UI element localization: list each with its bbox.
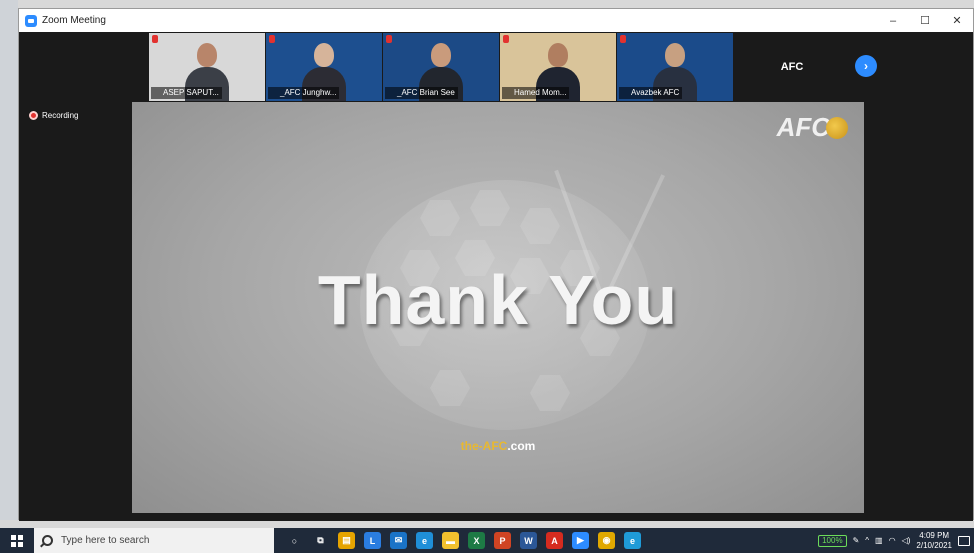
slide-url: the-AFC.com — [132, 439, 864, 453]
chevron-right-icon: › — [864, 59, 868, 73]
windows-icon — [11, 534, 23, 547]
cortana-icon[interactable]: ○ — [286, 532, 303, 549]
zoom-icon[interactable]: ▶ — [572, 532, 589, 549]
notifications-icon[interactable] — [958, 535, 970, 546]
pen-icon[interactable]: ✎ — [853, 536, 860, 545]
recording-label: Recording — [42, 111, 79, 120]
system-tray: 100% ✎ ^ ▥ ◠ ◁) 4:09 PM 2/10/2021 — [818, 528, 970, 553]
battery-indicator[interactable]: 100% — [818, 534, 847, 547]
clock-time: 4:09 PM — [919, 530, 950, 540]
muted-mic-icon — [620, 35, 626, 43]
shared-screen: AFC Thank You the-AFC.com — [132, 102, 864, 513]
network-icon[interactable]: ▥ — [875, 536, 883, 545]
participant-name: AFC — [780, 61, 804, 73]
powerpoint-icon[interactable]: P — [494, 532, 511, 549]
app-icon[interactable]: e — [624, 532, 641, 549]
participant-tile[interactable]: Avazbek AFC — [617, 33, 733, 101]
meeting-content: ASEP SAPUT... _AFC Junghw... _AFC Brian … — [19, 32, 973, 521]
clock[interactable]: 4:09 PM 2/10/2021 — [916, 531, 952, 551]
chrome-icon[interactable]: ◉ — [598, 532, 615, 549]
afc-logo: AFC — [777, 112, 848, 143]
participant-name: ASEP SAPUT... — [151, 87, 222, 99]
wifi-icon[interactable]: ◠ — [889, 536, 896, 545]
minimize-button[interactable]: – — [877, 9, 909, 32]
title-bar: Zoom Meeting – ☐ ✕ — [19, 9, 973, 32]
muted-mic-icon — [503, 35, 509, 43]
participant-name: _AFC Junghw... — [268, 87, 340, 99]
desktop: Zoom Meeting – ☐ ✕ ASEP SAPUT... _AFC Ju… — [0, 0, 974, 553]
chevron-up-icon[interactable]: ^ — [865, 536, 869, 545]
next-participants-button[interactable]: › — [855, 55, 877, 77]
excel-icon[interactable]: X — [468, 532, 485, 549]
afc-logo-text: AFC — [776, 112, 830, 142]
desktop-background — [0, 0, 18, 520]
participant-name: _AFC Brian See — [385, 87, 458, 99]
explorer-icon[interactable]: ▬ — [442, 532, 459, 549]
store-icon[interactable]: ▤ — [338, 532, 355, 549]
edge-icon[interactable]: e — [416, 532, 433, 549]
acrobat-icon[interactable]: A — [546, 532, 563, 549]
recording-indicator[interactable]: Recording — [29, 111, 78, 120]
window-controls: – ☐ ✕ — [877, 9, 973, 32]
clock-date: 2/10/2021 — [916, 540, 952, 550]
participant-tile[interactable]: ASEP SAPUT... — [149, 33, 265, 101]
participant-tile[interactable]: _AFC Brian See — [383, 33, 499, 101]
maximize-button[interactable]: ☐ — [909, 9, 941, 32]
taskbar: Type here to search ○ ⧉ ▤ L ✉ e ▬ X P W A ▶ ◉ e 100% … — [0, 528, 974, 553]
close-button[interactable]: ✕ — [941, 9, 973, 32]
slide-title: Thank You — [317, 261, 679, 339]
participant-name: Avazbek AFC — [619, 87, 683, 99]
start-button[interactable] — [0, 528, 34, 553]
slide-url-tld: .com — [507, 439, 536, 453]
participant-strip: ASEP SAPUT... _AFC Junghw... _AFC Brian … — [149, 33, 850, 101]
task-view-icon[interactable]: ⧉ — [312, 532, 329, 549]
pinned-apps: ○ ⧉ ▤ L ✉ e ▬ X P W A ▶ ◉ e — [286, 532, 641, 549]
recording-icon — [29, 111, 38, 120]
participant-tile[interactable]: _AFC Junghw... — [266, 33, 382, 101]
word-icon[interactable]: W — [520, 532, 537, 549]
search-input[interactable]: Type here to search — [61, 535, 149, 546]
taskbar-search[interactable]: Type here to search — [34, 528, 274, 553]
muted-mic-icon — [386, 35, 392, 43]
launcher-icon[interactable]: L — [364, 532, 381, 549]
search-icon — [42, 535, 53, 546]
zoom-window: Zoom Meeting – ☐ ✕ ASEP SAPUT... _AFC Ju… — [18, 8, 974, 521]
slide-url-domain: the-AFC — [460, 439, 508, 453]
participant-tile-afc[interactable]: AFC — [734, 33, 850, 101]
mail-icon[interactable]: ✉ — [390, 532, 407, 549]
participant-tile[interactable]: Hamed Mom... — [500, 33, 616, 101]
volume-icon[interactable]: ◁) — [902, 536, 911, 545]
muted-mic-icon — [269, 35, 275, 43]
window-title: Zoom Meeting — [42, 15, 106, 26]
zoom-app-icon — [25, 14, 37, 27]
globe-icon — [826, 116, 848, 139]
muted-mic-icon — [152, 35, 158, 43]
participant-name: Hamed Mom... — [502, 87, 570, 99]
